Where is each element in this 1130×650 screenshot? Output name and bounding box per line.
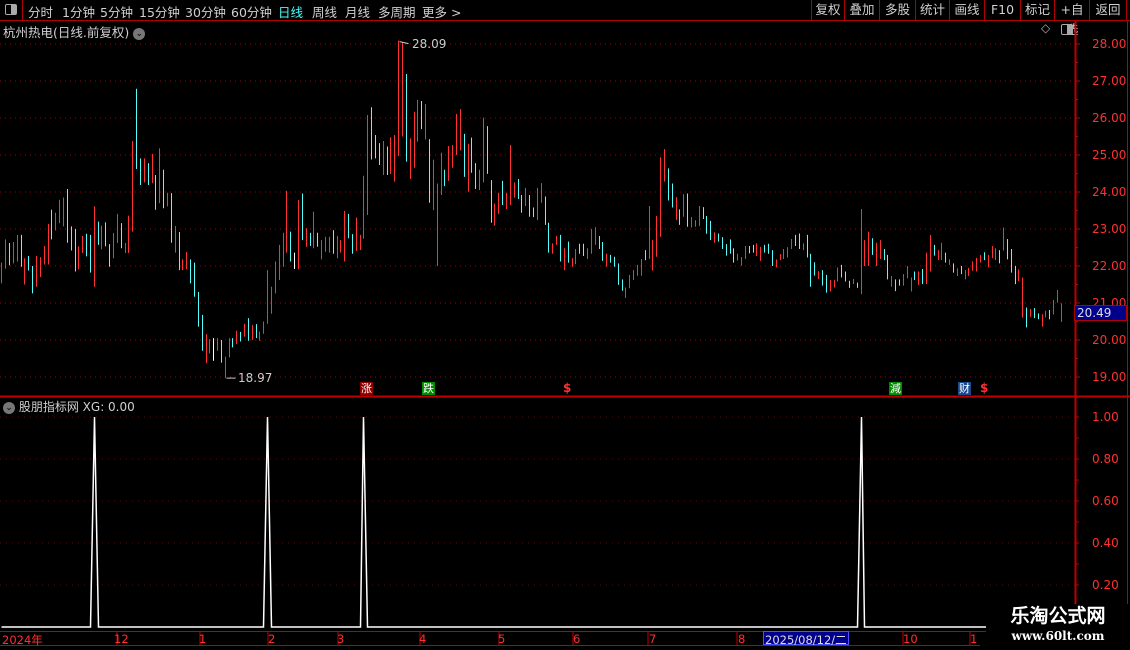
marker-reduce[interactable]: 減 [889,382,902,395]
time-label: 3 [337,632,345,646]
indicator-tick: 0.80 [1092,452,1119,466]
dividend-marker-icon[interactable]: $ [563,381,571,395]
xg-indicator-line [1,416,1062,628]
price-tick: 20.00 [1092,333,1127,347]
time-label: 6 [573,632,581,646]
time-label: 1 [970,632,978,646]
price-tick: 24.00 [1092,185,1127,199]
marker-rise[interactable]: 涨 [360,382,373,395]
time-label: 4 [419,632,427,646]
time-label: 8 [738,632,746,646]
cursor-date-label: 2025/08/12/二 [763,631,849,647]
price-tick: 26.00 [1092,111,1127,125]
price-tick: 22.00 [1092,259,1127,273]
current-price-label: 20.49 [1074,305,1127,321]
price-tick: 25.00 [1092,148,1127,162]
price-tick: 23.00 [1092,222,1127,236]
marker-fall[interactable]: 跌 [422,382,435,395]
time-label: 2024年 [2,633,43,647]
marker-finance[interactable]: 财 [958,382,971,395]
watermark-url: www.60lt.com [1011,629,1105,643]
time-label: 7 [649,632,657,646]
indicator-value: XG: 0.00 [82,400,135,414]
watermark-name: 乐淘公式网 [1010,605,1106,627]
indicator-name[interactable]: 股朋指标网 [19,400,79,414]
price-tick: 19.00 [1092,370,1127,384]
high-price-label: 28.09 [412,37,447,51]
watermark-logo: 乐淘公式网 www.60lt.com [986,604,1130,650]
indicator-tick: 0.60 [1092,494,1119,508]
time-label: 1 [199,632,207,646]
price-tick: 28.00 [1092,37,1127,51]
indicator-title-bar: ⌄ 股朋指标网 XG: 0.00 [3,398,135,415]
low-price-label: 18.97 [238,371,273,385]
time-label: 2 [268,632,276,646]
time-label: 10 [903,632,918,646]
high-arrow-icon [399,41,409,45]
kline-chart[interactable] [0,0,1130,650]
indicator-tick: 1.00 [1092,410,1119,424]
dividend-marker-icon[interactable]: $ [980,381,988,395]
indicator-tick: 0.40 [1092,536,1119,550]
time-label: 12 [114,632,129,646]
indicator-tick: 0.20 [1092,578,1119,592]
time-label: 5 [498,632,506,646]
price-tick: 27.00 [1092,74,1127,88]
chevron-down-icon[interactable]: ⌄ [3,401,15,414]
